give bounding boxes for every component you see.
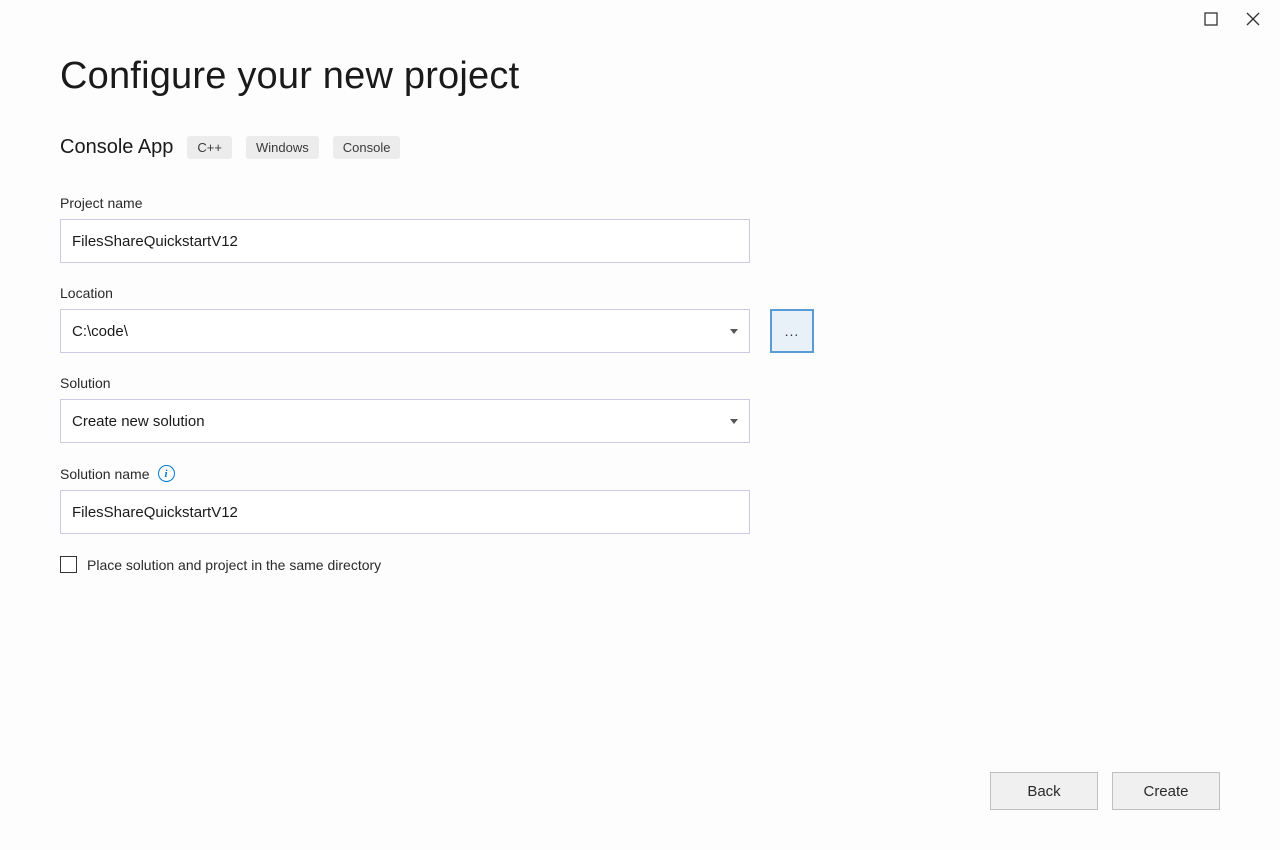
chevron-down-icon: [730, 419, 738, 424]
location-value: C:\code\: [72, 323, 128, 340]
close-icon[interactable]: [1246, 12, 1260, 31]
solution-combo[interactable]: Create new solution: [60, 399, 750, 443]
solution-label: Solution: [60, 375, 1220, 391]
project-name-label: Project name: [60, 195, 1220, 211]
location-combo[interactable]: C:\code\: [60, 309, 750, 353]
solution-name-label: Solution name: [60, 466, 150, 482]
browse-button[interactable]: ...: [770, 309, 814, 353]
template-name: Console App: [60, 136, 173, 159]
maximize-icon[interactable]: [1204, 12, 1218, 31]
solution-name-input[interactable]: [60, 490, 750, 534]
same-directory-checkbox[interactable]: [60, 556, 77, 573]
solution-value: Create new solution: [72, 413, 205, 430]
template-tag: Console: [333, 136, 401, 159]
project-name-input[interactable]: [60, 219, 750, 263]
back-button[interactable]: Back: [990, 772, 1098, 810]
same-directory-label: Place solution and project in the same d…: [87, 557, 381, 573]
page-title: Configure your new project: [60, 55, 1220, 98]
template-tag: Windows: [246, 136, 319, 159]
info-icon[interactable]: i: [158, 465, 175, 482]
location-label: Location: [60, 285, 1220, 301]
template-row: Console App C++ Windows Console: [60, 136, 1220, 159]
template-tag: C++: [187, 136, 232, 159]
create-button[interactable]: Create: [1112, 772, 1220, 810]
chevron-down-icon: [730, 329, 738, 334]
